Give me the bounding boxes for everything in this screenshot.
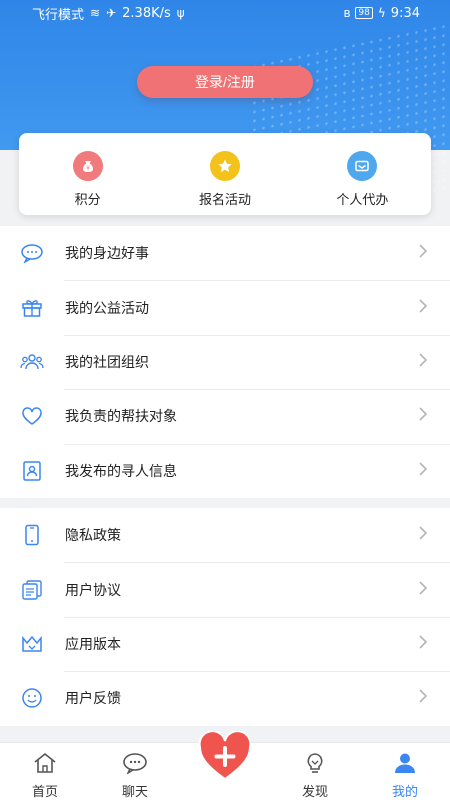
menu-item-label: 用户反馈 bbox=[65, 691, 121, 708]
tab-label: 聊天 bbox=[121, 785, 148, 800]
chevron-right-icon bbox=[418, 298, 428, 318]
chevron-right-icon bbox=[418, 352, 428, 372]
login-register-button[interactable]: 登录/注册 bbox=[137, 66, 313, 98]
menu-item-label: 我的社团组织 bbox=[65, 354, 149, 371]
status-bar: 飞行模式 ≋ ✈ 2.38K/s ψ ʙ 98 ϟ 9:34 bbox=[0, 0, 450, 26]
tab-mine[interactable]: 我的 bbox=[360, 743, 450, 800]
quick-action-signup[interactable]: 报名活动 bbox=[156, 133, 293, 215]
quick-actions-card: ¥ 积分 报名活动 个人代办 bbox=[19, 133, 431, 215]
menu-item-privacy-policy[interactable]: 隐私政策 bbox=[0, 508, 450, 562]
chat-bubble-icon bbox=[20, 241, 44, 265]
bottom-tab-bar: 首页 聊天 发现 我的 bbox=[0, 730, 450, 800]
smile-icon bbox=[20, 686, 44, 710]
heart-icon bbox=[20, 404, 44, 428]
chevron-right-icon bbox=[418, 580, 428, 600]
quick-action-label: 积分 bbox=[74, 193, 101, 208]
tab-discover[interactable]: 发现 bbox=[270, 743, 360, 800]
menu-item-clubs[interactable]: 我的社团组织 bbox=[0, 334, 450, 389]
tab-label: 发现 bbox=[301, 785, 328, 800]
battery-icon: 98 bbox=[355, 7, 373, 19]
wifi-icon: ≋ bbox=[90, 6, 101, 20]
quick-action-personal-agent[interactable]: 个人代办 bbox=[294, 133, 431, 215]
bulb-icon bbox=[303, 752, 327, 778]
crown-box-icon bbox=[20, 632, 44, 656]
chevron-right-icon bbox=[418, 461, 428, 481]
usb-icon: ψ bbox=[176, 6, 185, 20]
menu-item-user-agreement[interactable]: 用户协议 bbox=[0, 562, 450, 616]
chevron-right-icon bbox=[418, 688, 428, 708]
quick-action-label: 报名活动 bbox=[198, 193, 251, 208]
menu-item-label: 隐私政策 bbox=[65, 528, 121, 545]
menu-item-missing-person-posts[interactable]: 我发布的寻人信息 bbox=[0, 443, 450, 498]
tab-center-heart[interactable] bbox=[180, 730, 270, 800]
chevron-right-icon bbox=[418, 634, 428, 654]
tab-home[interactable]: 首页 bbox=[0, 743, 90, 800]
tab-chat[interactable]: 聊天 bbox=[90, 743, 180, 800]
heart-plus-icon bbox=[197, 730, 253, 785]
phone-icon bbox=[20, 523, 44, 547]
chat-icon bbox=[122, 752, 148, 778]
menu-item-feedback[interactable]: 用户反馈 bbox=[0, 671, 450, 725]
quick-action-points[interactable]: ¥ 积分 bbox=[19, 133, 156, 215]
chevron-right-icon bbox=[418, 406, 428, 426]
menu-group-my: 我的身边好事 我的公益活动 我的社团组织 我负责的帮扶对象 我发布的寻人信息 bbox=[0, 226, 450, 498]
money-bag-icon: ¥ bbox=[72, 151, 103, 181]
menu-item-label: 我的身边好事 bbox=[65, 246, 149, 263]
menu-item-label: 我的公益活动 bbox=[65, 300, 149, 317]
network-speed: 2.38K/s bbox=[122, 5, 171, 21]
clock-time: 9:34 bbox=[390, 5, 420, 21]
home-icon bbox=[32, 752, 58, 778]
gift-icon bbox=[20, 296, 44, 320]
menu-item-label: 我发布的寻人信息 bbox=[65, 463, 177, 480]
charging-icon: ϟ bbox=[377, 6, 386, 20]
tab-label: 我的 bbox=[391, 785, 418, 800]
menu-item-assistance-targets[interactable]: 我负责的帮扶对象 bbox=[0, 389, 450, 443]
svg-text:¥: ¥ bbox=[86, 165, 90, 172]
user-icon bbox=[392, 752, 418, 778]
star-icon bbox=[209, 151, 240, 181]
bluetooth-icon: ʙ bbox=[343, 6, 351, 20]
quick-action-label: 个人代办 bbox=[336, 193, 389, 208]
chevron-right-icon bbox=[418, 243, 428, 263]
menu-item-label: 用户协议 bbox=[65, 582, 121, 599]
document-stack-icon bbox=[20, 578, 44, 602]
tab-label: 首页 bbox=[31, 785, 58, 800]
group-icon bbox=[20, 350, 44, 374]
airplane-icon: ✈ bbox=[106, 6, 117, 20]
person-card-icon bbox=[20, 459, 44, 483]
menu-item-label: 我负责的帮扶对象 bbox=[65, 409, 177, 426]
airplane-mode-text: 飞行模式 bbox=[32, 7, 85, 23]
menu-item-good-deeds[interactable]: 我的身边好事 bbox=[0, 226, 450, 280]
mail-icon bbox=[347, 151, 378, 181]
menu-item-charity-activities[interactable]: 我的公益活动 bbox=[0, 280, 450, 334]
menu-item-label: 应用版本 bbox=[65, 636, 121, 653]
menu-group-settings: 隐私政策 用户协议 应用版本 用户反馈 bbox=[0, 508, 450, 726]
chevron-right-icon bbox=[418, 525, 428, 545]
menu-item-app-version[interactable]: 应用版本 bbox=[0, 616, 450, 671]
